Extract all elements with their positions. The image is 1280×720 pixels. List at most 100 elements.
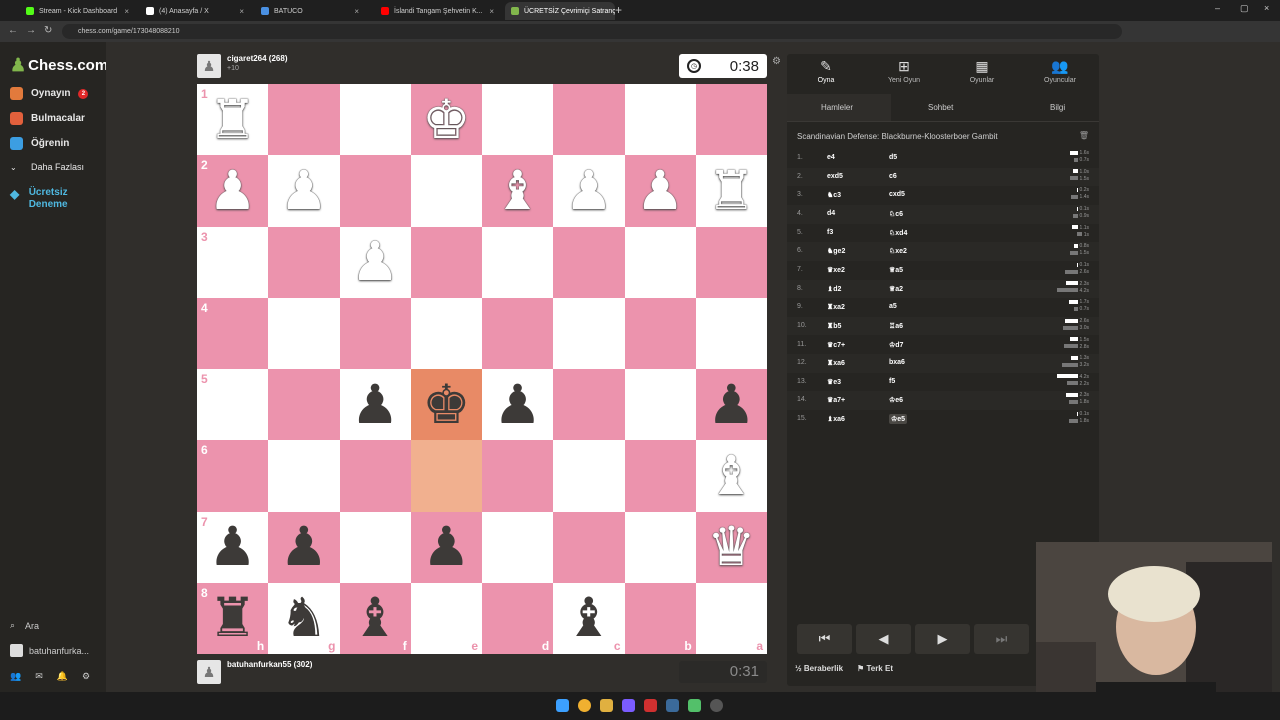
resign-button[interactable]: ⚑ Terk Et — [857, 664, 893, 673]
black-move[interactable]: ♘xe2 — [889, 247, 907, 255]
board-square[interactable]: 4 — [197, 297, 269, 369]
back-icon[interactable]: ← — [8, 25, 18, 36]
prev-move-button[interactable]: ◀ — [856, 624, 911, 654]
board-square[interactable] — [410, 440, 482, 512]
bottom-player-avatar[interactable]: ♟ — [197, 660, 221, 684]
board-square[interactable] — [624, 297, 696, 369]
gear-icon[interactable]: ⚙ — [82, 671, 90, 682]
black-move[interactable]: bxa6 — [889, 359, 905, 366]
board-square[interactable] — [695, 84, 767, 156]
board-square[interactable]: 6 — [197, 440, 269, 512]
browser-tab[interactable]: Stream - Kick Dashboard × — [20, 2, 135, 20]
discord-icon[interactable] — [622, 699, 635, 712]
board-square[interactable] — [268, 297, 340, 369]
board-square[interactable] — [268, 440, 340, 512]
board-square[interactable] — [339, 511, 411, 583]
board-square[interactable] — [339, 155, 411, 227]
nav-more[interactable]: ⌄ Daha Fazlası — [10, 162, 84, 172]
white-rook-piece[interactable]: ♜ — [197, 84, 268, 155]
board-square[interactable] — [624, 369, 696, 441]
top-player-avatar[interactable]: ♟ — [197, 54, 221, 78]
black-king-piece[interactable]: ♚ — [411, 369, 482, 440]
board-square[interactable]: d — [482, 582, 554, 654]
obs-icon[interactable] — [710, 699, 723, 712]
app-icon-red[interactable] — [644, 699, 657, 712]
panel-tab[interactable]: ✎ Oyna — [787, 58, 865, 84]
white-pawn-piece[interactable]: ♟ — [197, 155, 268, 226]
browser-tab[interactable]: İslandi Tangam Şehvetin K... × — [375, 2, 500, 20]
black-bishop-piece[interactable]: ♝ — [340, 583, 411, 654]
board-square[interactable] — [695, 297, 767, 369]
board-square[interactable] — [410, 226, 482, 298]
board-square[interactable] — [624, 84, 696, 156]
white-move[interactable]: f3 — [827, 229, 833, 236]
black-move[interactable]: cxd5 — [889, 191, 905, 198]
draw-button[interactable]: ½ Beraberlik — [795, 664, 843, 673]
trash-icon[interactable]: 🗑 — [1079, 131, 1089, 140]
app-icon-green[interactable] — [688, 699, 701, 712]
minimize-icon[interactable]: – — [1215, 3, 1220, 13]
subtab-2[interactable]: Bilgi — [1050, 103, 1065, 112]
next-move-button[interactable]: ▶ — [915, 624, 970, 654]
white-pawn-piece[interactable]: ♟ — [268, 155, 339, 226]
black-move[interactable]: ♕a2 — [889, 285, 903, 293]
white-move[interactable]: d4 — [827, 210, 835, 217]
board-square[interactable] — [482, 440, 554, 512]
board-square[interactable] — [339, 440, 411, 512]
chesscom-logo[interactable]: ♟ Chess.com — [10, 55, 108, 76]
white-move[interactable]: exd5 — [827, 173, 843, 180]
white-move[interactable]: ♛a7+ — [827, 396, 845, 404]
white-move[interactable]: ♞ge2 — [827, 247, 845, 255]
board-square[interactable] — [624, 511, 696, 583]
folder-icon[interactable] — [600, 699, 613, 712]
board-square[interactable] — [268, 369, 340, 441]
url-field[interactable]: chess.com/game/173048088210 — [62, 24, 1122, 39]
board-square[interactable]: e — [410, 582, 482, 654]
black-move[interactable]: ♘c6 — [889, 210, 903, 218]
white-queen-piece[interactable]: ♛ — [696, 512, 767, 583]
board-square[interactable] — [410, 155, 482, 227]
board-square[interactable] — [339, 84, 411, 156]
browser-tab[interactable]: ÜCRETSİZ Çevrimiçi Satranç× — [505, 2, 615, 20]
black-bishop-piece[interactable]: ♝ — [553, 583, 624, 654]
subtab-1[interactable]: Sohbet — [928, 103, 953, 112]
nav-puzzles[interactable]: Bulmacalar — [10, 112, 85, 125]
white-move[interactable]: ♝xa6 — [827, 415, 845, 423]
board-square[interactable]: a — [695, 582, 767, 654]
black-move[interactable]: ♔d7 — [889, 341, 903, 349]
top-player-name[interactable]: cigaret264 (268) — [227, 54, 287, 63]
board-square[interactable] — [482, 511, 554, 583]
board-square[interactable] — [553, 440, 625, 512]
white-king-piece[interactable]: ♚ — [411, 84, 482, 155]
start-icon[interactable] — [556, 699, 569, 712]
panel-tab[interactable]: ▦ Oyunlar — [943, 58, 1021, 84]
black-pawn-piece[interactable]: ♟ — [268, 512, 339, 583]
friends-icon[interactable]: 👥 — [10, 671, 21, 682]
mail-icon[interactable]: ✉ — [35, 671, 43, 682]
board-square[interactable]: b — [624, 582, 696, 654]
white-move[interactable]: ♝d2 — [827, 285, 841, 293]
steam-icon[interactable] — [666, 699, 679, 712]
white-bishop-piece[interactable]: ♝ — [696, 440, 767, 511]
white-pawn-piece[interactable]: ♟ — [340, 227, 411, 298]
board-square[interactable] — [482, 84, 554, 156]
board-square[interactable] — [553, 511, 625, 583]
first-move-button[interactable]: ⏮ — [797, 624, 852, 654]
black-move[interactable]: c6 — [889, 173, 897, 180]
board-square[interactable]: 5 — [197, 369, 269, 441]
white-move[interactable]: ♛xe2 — [827, 266, 845, 274]
reload-icon[interactable]: ↻ — [44, 25, 52, 36]
close-window-icon[interactable]: × — [1264, 3, 1269, 13]
board-square[interactable] — [482, 297, 554, 369]
board-settings-icon[interactable]: ⚙ — [772, 56, 781, 67]
white-move[interactable]: e4 — [827, 154, 835, 161]
white-rook-piece[interactable]: ♜ — [696, 155, 767, 226]
white-bishop-piece[interactable]: ♝ — [482, 155, 553, 226]
black-move[interactable]: ♔e5 — [889, 414, 908, 425]
black-pawn-piece[interactable]: ♟ — [340, 369, 411, 440]
board-square[interactable] — [553, 297, 625, 369]
chrome-icon[interactable] — [578, 699, 591, 712]
white-pawn-piece[interactable]: ♟ — [553, 155, 624, 226]
board-square[interactable] — [482, 226, 554, 298]
chess-board[interactable]: 1 2 3 4 5 6 7 8 h g f e d c b a ♜ ♚ ♟ ♟ ♝ ♟ ♟ ♜ ♟ ♟ ♚ ♟ ♟ ♝ ♟ ♟ ♟ ♛ ♜ ♞ ♝ ♝ — [197, 84, 767, 654]
